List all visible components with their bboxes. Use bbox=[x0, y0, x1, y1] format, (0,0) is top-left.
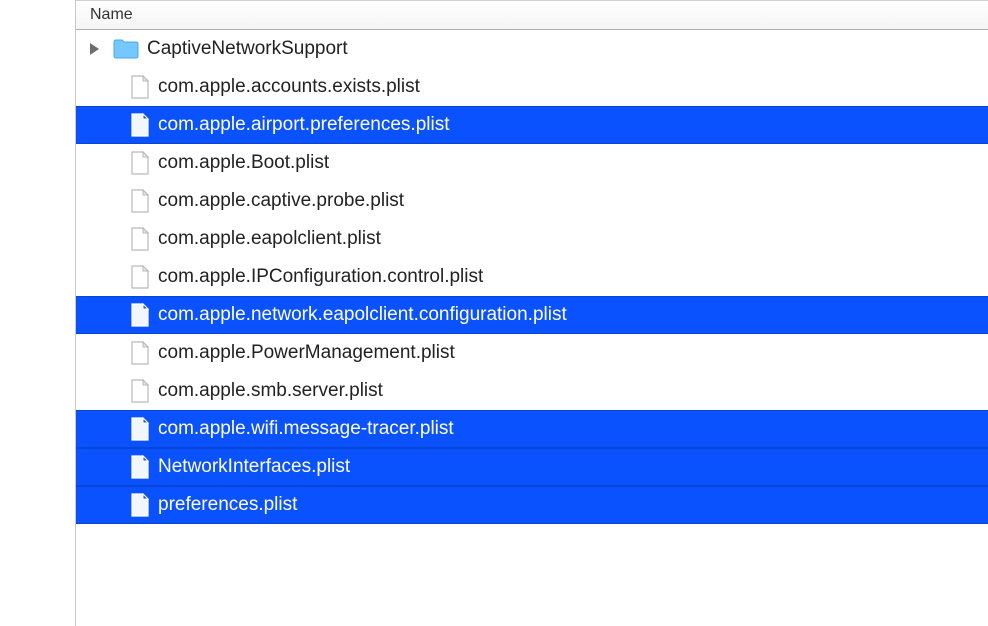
folder-icon bbox=[113, 38, 139, 60]
file-icon bbox=[130, 455, 150, 479]
file-name-label: NetworkInterfaces.plist bbox=[158, 456, 350, 478]
list-item[interactable]: com.apple.captive.probe.plist bbox=[76, 182, 988, 220]
file-name-label: com.apple.IPConfiguration.control.plist bbox=[158, 266, 483, 288]
file-name-label: com.apple.captive.probe.plist bbox=[158, 190, 404, 212]
file-name-label: com.apple.PowerManagement.plist bbox=[158, 342, 455, 364]
file-name-label: com.apple.accounts.exists.plist bbox=[158, 76, 420, 98]
rows-container: CaptiveNetworkSupport com.apple.accounts.… bbox=[76, 30, 988, 626]
file-icon bbox=[130, 151, 150, 175]
list-item[interactable]: com.apple.Boot.plist bbox=[76, 144, 988, 182]
file-icon bbox=[130, 341, 150, 365]
file-icon bbox=[130, 493, 150, 517]
file-name-label: com.apple.smb.server.plist bbox=[158, 380, 383, 402]
file-name-label: CaptiveNetworkSupport bbox=[147, 38, 348, 60]
file-name-label: com.apple.airport.preferences.plist bbox=[158, 114, 449, 136]
list-item[interactable]: NetworkInterfaces.plist bbox=[76, 448, 988, 486]
list-item[interactable]: com.apple.airport.preferences.plist bbox=[76, 106, 988, 144]
disclosure-triangle-icon[interactable] bbox=[90, 43, 99, 55]
file-icon bbox=[130, 189, 150, 213]
file-icon bbox=[130, 113, 150, 137]
file-name-label: preferences.plist bbox=[158, 494, 297, 516]
file-name-label: com.apple.wifi.message-tracer.plist bbox=[158, 418, 454, 440]
finder-list-panel: Name CaptiveNetworkSupport com.apple.acco… bbox=[0, 0, 988, 626]
list-item[interactable]: preferences.plist bbox=[76, 486, 988, 524]
file-icon bbox=[130, 227, 150, 251]
file-name-label: com.apple.eapolclient.plist bbox=[158, 228, 381, 250]
column-header-name: Name bbox=[90, 6, 133, 24]
list-item[interactable]: com.apple.accounts.exists.plist bbox=[76, 68, 988, 106]
column-header[interactable]: Name bbox=[76, 0, 988, 30]
list-item[interactable]: CaptiveNetworkSupport bbox=[76, 30, 988, 68]
file-icon bbox=[130, 379, 150, 403]
file-icon bbox=[130, 303, 150, 327]
file-icon bbox=[130, 75, 150, 99]
file-name-label: com.apple.network.eapolclient.configurat… bbox=[158, 304, 567, 326]
list-item[interactable]: com.apple.eapolclient.plist bbox=[76, 220, 988, 258]
left-gutter bbox=[0, 0, 76, 626]
file-name-label: com.apple.Boot.plist bbox=[158, 152, 329, 174]
file-icon bbox=[130, 417, 150, 441]
list-item[interactable]: com.apple.PowerManagement.plist bbox=[76, 334, 988, 372]
file-list-panel: Name CaptiveNetworkSupport com.apple.acco… bbox=[76, 0, 988, 626]
list-item[interactable]: com.apple.IPConfiguration.control.plist bbox=[76, 258, 988, 296]
file-icon bbox=[130, 265, 150, 289]
list-item[interactable]: com.apple.network.eapolclient.configurat… bbox=[76, 296, 988, 334]
list-item[interactable]: com.apple.smb.server.plist bbox=[76, 372, 988, 410]
list-item[interactable]: com.apple.wifi.message-tracer.plist bbox=[76, 410, 988, 448]
